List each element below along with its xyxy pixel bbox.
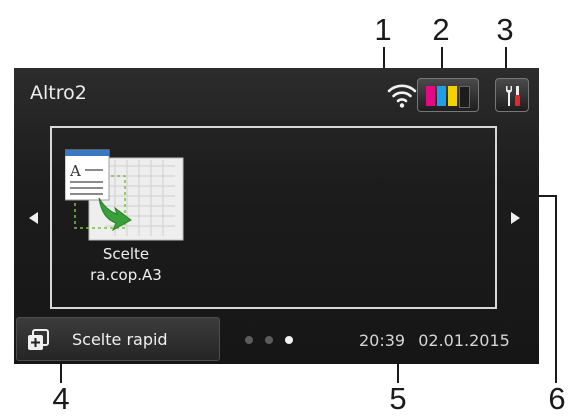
ink-bar-1	[426, 86, 435, 106]
screen-title: Altro2	[30, 82, 87, 104]
page-dot-1	[245, 336, 253, 344]
leader-6-vertical	[555, 195, 557, 383]
shortcut-button-label: Scelte rapid	[72, 330, 168, 349]
callout-6: 6	[548, 381, 566, 416]
callout-3: 3	[496, 12, 514, 47]
shortcut-button[interactable]: Scelte rapid	[16, 317, 220, 361]
page-indicator	[245, 336, 293, 344]
callout-1: 1	[374, 12, 392, 47]
callout-4: 4	[52, 381, 70, 416]
shortcut-plus-icon	[28, 329, 49, 350]
callout-2: 2	[432, 12, 450, 47]
clock: 20:39 02.01.2015	[359, 331, 510, 350]
ink-cartridge-icon[interactable]	[417, 78, 479, 112]
ink-bar-3	[448, 86, 457, 106]
callout-5: 5	[389, 381, 407, 416]
arrow-left-icon[interactable]	[29, 212, 38, 224]
clock-time: 20:39	[359, 331, 406, 350]
tools-icon[interactable]	[495, 78, 529, 112]
shortcut-label-line2: ra.cop.A3	[90, 266, 162, 284]
clock-date: 02.01.2015	[418, 331, 510, 350]
ink-level-bars	[426, 86, 470, 108]
arrow-right-icon[interactable]	[511, 212, 520, 224]
wifi-signal-icon[interactable]	[386, 80, 418, 110]
wrench-screwdriver-icon	[506, 86, 520, 106]
page-dot-3	[285, 336, 293, 344]
shortcut-label-line1: Scelte	[102, 245, 150, 263]
page-dot-2	[265, 336, 273, 344]
ink-bar-4	[459, 86, 470, 108]
svg-text:A: A	[69, 162, 81, 180]
a3-copy-shortcut-icon: A	[65, 149, 184, 241]
shortcut-panel: A Scelte ra.cop.A3	[50, 126, 497, 309]
lcd-screen: Altro2 A Scelte ra.cop.A3 Scelte rapid 2…	[14, 68, 539, 364]
ink-bar-2	[437, 86, 446, 106]
shortcut-a3-copy[interactable]: A Scelte ra.cop.A3	[65, 146, 187, 306]
